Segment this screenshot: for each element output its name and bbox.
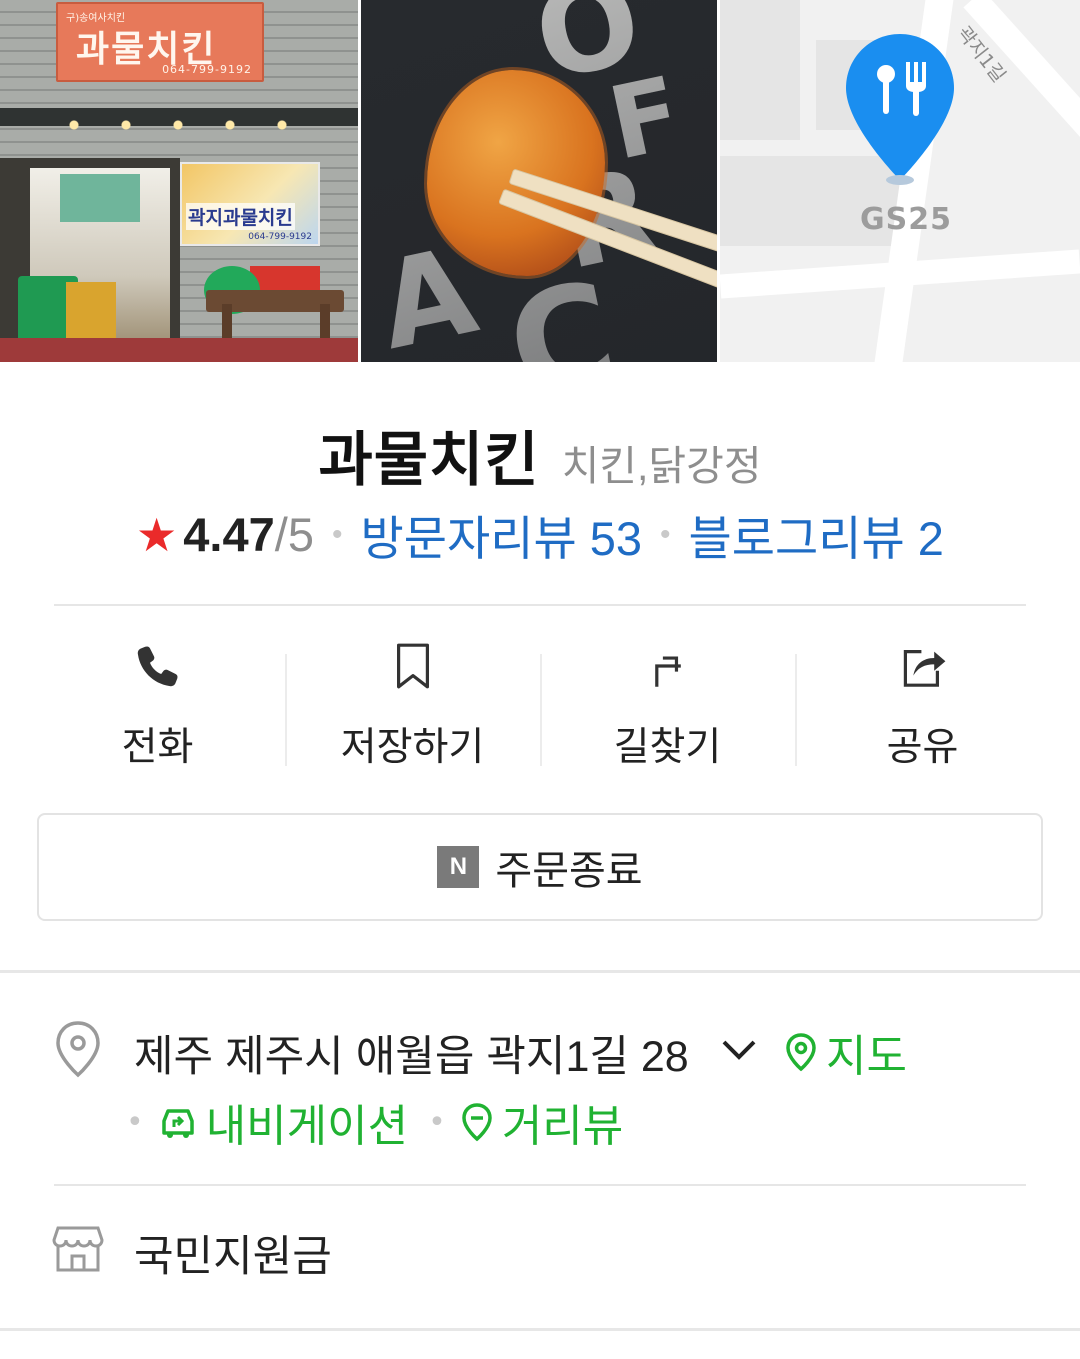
directions-button[interactable]: 길찾기: [540, 632, 795, 772]
section-divider: [54, 604, 1026, 606]
car-navigation-icon: [161, 1109, 194, 1138]
separator-dot: •: [660, 517, 671, 551]
call-label: 전화: [121, 726, 194, 769]
navigation-link-label: 내비게이션: [205, 1102, 409, 1151]
map-block: [720, 0, 800, 140]
poster-name: 곽지과물치킨: [186, 203, 295, 230]
separator-dot: •: [428, 1104, 446, 1140]
storefront-poster: 곽지과물치킨 064-799-9192: [180, 162, 320, 246]
chicken-photo[interactable]: O F R A C: [361, 0, 717, 362]
street-view-icon: [462, 1103, 492, 1142]
save-button[interactable]: 저장하기: [285, 632, 540, 772]
storefront-lamps: [48, 120, 308, 130]
storefront-floor: [0, 338, 358, 362]
store-icon: [52, 1226, 104, 1272]
blog-reviews-link[interactable]: 블로그리뷰 2: [689, 500, 944, 569]
interior-green-sign: [60, 174, 140, 222]
storefront-entrance: [0, 158, 180, 362]
address-links-row: • 내비게이션 • 거리뷰: [126, 1090, 643, 1154]
rating-value: 4.47: [183, 508, 275, 561]
map-link[interactable]: 지도: [784, 1020, 907, 1084]
action-bar: 전화 저장하기 길찾기 공유: [30, 632, 1050, 772]
map-link-label: 지도: [826, 1032, 907, 1081]
share-icon: [903, 650, 945, 687]
directions-icon: [654, 656, 681, 687]
yellow-table: [66, 282, 116, 346]
location-pin-icon: [56, 1021, 100, 1078]
directions-label: 길찾기: [613, 726, 722, 769]
sign-tel: 064-799-9192: [162, 63, 252, 76]
chevron-down-icon[interactable]: [718, 1034, 760, 1066]
street-view-link-label: 거리뷰: [501, 1102, 624, 1151]
section-divider: [54, 1184, 1026, 1186]
order-status-label: 주문종료: [495, 849, 643, 893]
navigation-link[interactable]: 내비게이션: [158, 1090, 408, 1154]
restaurant-pin-icon: [846, 34, 954, 185]
share-button[interactable]: 공유: [795, 632, 1050, 772]
photo-strip: 구)송여사치킨 과물치킨 064-799-9192 곽지과물치킨 064-799…: [0, 0, 1080, 362]
place-name: 과물치킨: [318, 427, 540, 493]
map-road: [963, 0, 1080, 157]
order-status-button[interactable]: N 주문종료: [37, 813, 1043, 921]
phone-icon: [137, 646, 178, 687]
rating-row: ★ 4.47 /5 • 방문자리뷰 53 • 블로그리뷰 2: [0, 500, 1080, 569]
star-icon: ★: [136, 508, 178, 561]
map-pin-icon: [786, 1033, 816, 1072]
storefront-photo[interactable]: 구)송여사치킨 과물치킨 064-799-9192 곽지과물치킨 064-799…: [0, 0, 358, 362]
storefront-sign: 구)송여사치킨 과물치킨 064-799-9192: [56, 2, 264, 82]
title-row: 과물치킨 치킨,닭강정: [0, 412, 1080, 497]
poster-tel: 064-799-9192: [248, 232, 312, 242]
visitor-reviews-link[interactable]: 방문자리뷰 53: [360, 500, 642, 569]
separator-dot: •: [331, 517, 343, 551]
bookmark-icon: [396, 643, 429, 689]
separator-dot: •: [126, 1104, 144, 1140]
section-divider: [0, 970, 1080, 973]
naver-n-icon: N: [437, 846, 480, 888]
map-poi-label: GS25: [860, 202, 952, 237]
support-fund-text: 국민지원금: [134, 1233, 332, 1281]
address-text: 제주 제주시 애월읍 곽지1길 28: [134, 1033, 689, 1081]
share-label: 공유: [886, 726, 959, 769]
section-divider: [0, 1328, 1080, 1331]
street-view-link[interactable]: 거리뷰: [460, 1090, 623, 1154]
rating-max: /5: [274, 508, 314, 561]
save-label: 저장하기: [340, 726, 485, 769]
call-button[interactable]: 전화: [30, 632, 285, 772]
place-category: 치킨,닭강정: [561, 443, 762, 489]
